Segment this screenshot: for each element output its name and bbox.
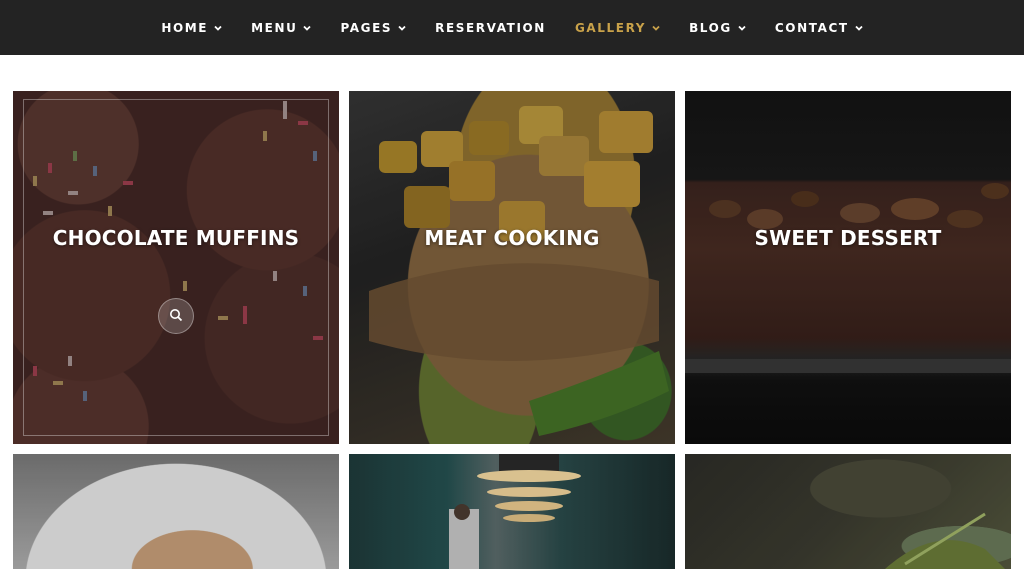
tile-title: SWEET DESSERT [754, 226, 942, 250]
chevron-down-icon [855, 24, 863, 32]
image-overlay [685, 91, 1011, 444]
nav-item-label: RESERVATION [435, 20, 546, 35]
chevron-down-icon [398, 24, 406, 32]
zoom-button[interactable] [158, 298, 194, 334]
nav-item-label: BLOG [689, 20, 732, 35]
image-overlay [349, 454, 675, 569]
nav-item-label: MENU [251, 20, 298, 35]
gallery-tile-chocolate-muffins[interactable]: CHOCOLATE MUFFINS [13, 91, 339, 444]
gallery-tile-cake[interactable] [13, 454, 339, 569]
nav-menu: HOME MENU PAGES RESERVATION GALLERY BLOG… [147, 21, 877, 35]
nav-item-blog[interactable]: BLOG [689, 21, 746, 35]
gallery-tile-sweet-dessert[interactable]: SWEET DESSERT [685, 91, 1011, 444]
gallery-grid: CHOCOLATE MUFFINS MEAT COOKING SWEET DES… [13, 91, 1011, 569]
image-overlay [13, 454, 339, 569]
chevron-down-icon [738, 24, 746, 32]
nav-item-label: HOME [161, 20, 209, 35]
image-overlay [685, 454, 1011, 569]
chevron-down-icon [214, 24, 222, 32]
chevron-down-icon [652, 24, 660, 32]
nav-item-label: PAGES [340, 20, 393, 35]
nav-item-menu[interactable]: MENU [251, 20, 312, 35]
gallery-tile-chef-hands[interactable] [685, 454, 1011, 569]
hover-frame [23, 99, 329, 436]
nav-item-contact[interactable]: CONTACT [775, 21, 863, 35]
nav-item-reservation[interactable]: RESERVATION [435, 21, 546, 35]
tile-title: MEAT COOKING [424, 226, 600, 250]
search-icon [169, 307, 183, 326]
chevron-down-icon [303, 24, 312, 32]
nav-item-label: GALLERY [574, 20, 647, 35]
image-overlay [349, 91, 675, 444]
tile-title: CHOCOLATE MUFFINS [52, 226, 300, 250]
nav-item-home[interactable]: HOME [161, 21, 222, 35]
top-navigation: HOME MENU PAGES RESERVATION GALLERY BLOG… [0, 0, 1024, 55]
gallery-tile-meat-cooking[interactable]: MEAT COOKING [349, 91, 675, 444]
gallery-tile-restaurant[interactable] [349, 454, 675, 569]
nav-item-label: CONTACT [774, 20, 849, 35]
nav-item-gallery[interactable]: GALLERY [575, 21, 660, 35]
nav-item-pages[interactable]: PAGES [340, 21, 406, 35]
